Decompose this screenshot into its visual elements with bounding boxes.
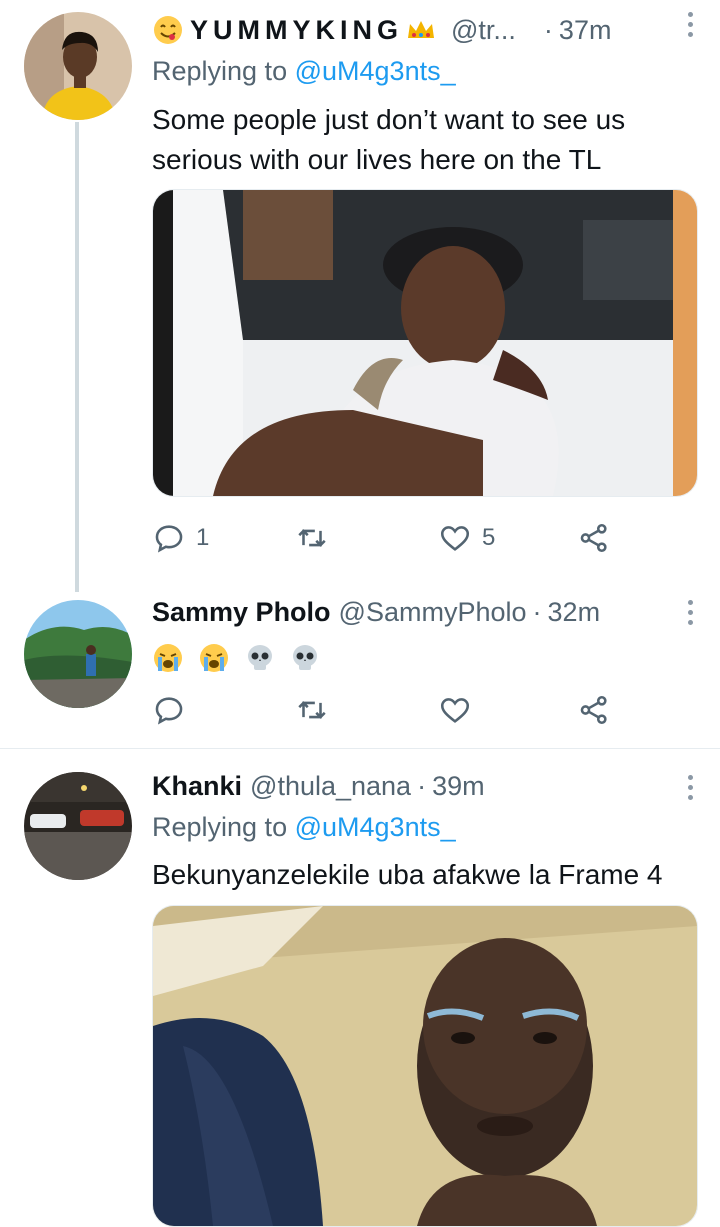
replying-to: Replying to @uM4g3nts_	[152, 56, 456, 87]
replying-mention[interactable]: @uM4g3nts_	[295, 812, 456, 842]
reply-count: 1	[196, 524, 210, 551]
tweet-actions	[152, 690, 632, 730]
author-name[interactable]: Khanki	[152, 771, 242, 802]
share-button[interactable]	[577, 690, 611, 730]
tweet-header: YUMMYKING @tr... · 37m	[152, 10, 696, 50]
author-name[interactable]: Sammy Pholo	[152, 597, 331, 628]
tweet-header: Khanki @thula_nana · 39m	[152, 766, 696, 806]
separator-dot: ·	[417, 770, 427, 801]
face-savoring-emoji-icon	[152, 14, 184, 46]
tweet-image[interactable]	[152, 905, 698, 1227]
reply-icon	[155, 697, 183, 725]
timestamp[interactable]: 39m	[432, 771, 485, 802]
reply-button[interactable]: 1	[152, 518, 209, 558]
tweet-header: Sammy Pholo @SammyPholo · 32m	[152, 592, 696, 632]
like-icon	[440, 526, 470, 551]
crown-emoji-icon	[405, 14, 437, 46]
reply-button[interactable]	[152, 690, 186, 730]
more-icon[interactable]	[688, 600, 694, 626]
retweet-button[interactable]	[295, 518, 339, 558]
tweet-text: Bekunyanzelekile uba afakwe la Frame 4	[152, 859, 663, 890]
avatar[interactable]	[24, 772, 132, 880]
avatar[interactable]	[24, 12, 132, 120]
thread-line	[75, 122, 79, 592]
tweet-emoji-text	[152, 636, 696, 676]
separator-dot: ·	[532, 596, 542, 627]
tweet-text: Some people just don’t want to see us se…	[152, 104, 626, 175]
tweet-sammy-pholo[interactable]: Sammy Pholo @SammyPholo · 32m	[0, 590, 720, 748]
replying-label: Replying to	[152, 56, 288, 86]
tweet-yummyking[interactable]: YUMMYKING @tr... · 37m Replying to @uM4g…	[0, 0, 720, 600]
retweet-icon	[298, 529, 326, 547]
reply-icon	[155, 525, 183, 553]
crying-face-icon	[152, 642, 184, 674]
replying-mention[interactable]: @uM4g3nts_	[295, 56, 456, 86]
replying-label: Replying to	[152, 812, 288, 842]
timestamp[interactable]: 37m	[559, 15, 612, 46]
skull-icon	[289, 642, 321, 674]
tweet-actions: 1 5	[152, 518, 632, 558]
retweet-button[interactable]	[295, 690, 329, 730]
skull-icon	[244, 642, 276, 674]
share-icon	[580, 523, 607, 553]
separator-dot: ·	[543, 14, 553, 45]
author-handle[interactable]: @SammyPholo	[339, 597, 527, 628]
more-icon[interactable]	[688, 12, 694, 38]
share-icon	[580, 695, 607, 725]
tweet-khanki[interactable]: Khanki @thula_nana · 39m Replying to @uM…	[0, 749, 720, 1227]
like-count: 5	[482, 524, 496, 551]
crying-face-icon	[198, 642, 230, 674]
tweet-image[interactable]	[152, 189, 698, 497]
author-name[interactable]: YUMMYKING	[190, 15, 403, 46]
share-button[interactable]	[577, 518, 611, 558]
like-button[interactable]: 5	[438, 518, 495, 558]
avatar[interactable]	[24, 600, 132, 708]
author-handle[interactable]: @thula_nana	[250, 771, 411, 802]
like-icon	[440, 698, 470, 723]
timestamp[interactable]: 32m	[548, 597, 601, 628]
author-handle[interactable]: @tr...	[451, 15, 516, 46]
retweet-icon	[298, 701, 326, 719]
replying-to: Replying to @uM4g3nts_	[152, 812, 456, 843]
more-icon[interactable]	[688, 775, 694, 801]
like-button[interactable]	[438, 690, 472, 730]
